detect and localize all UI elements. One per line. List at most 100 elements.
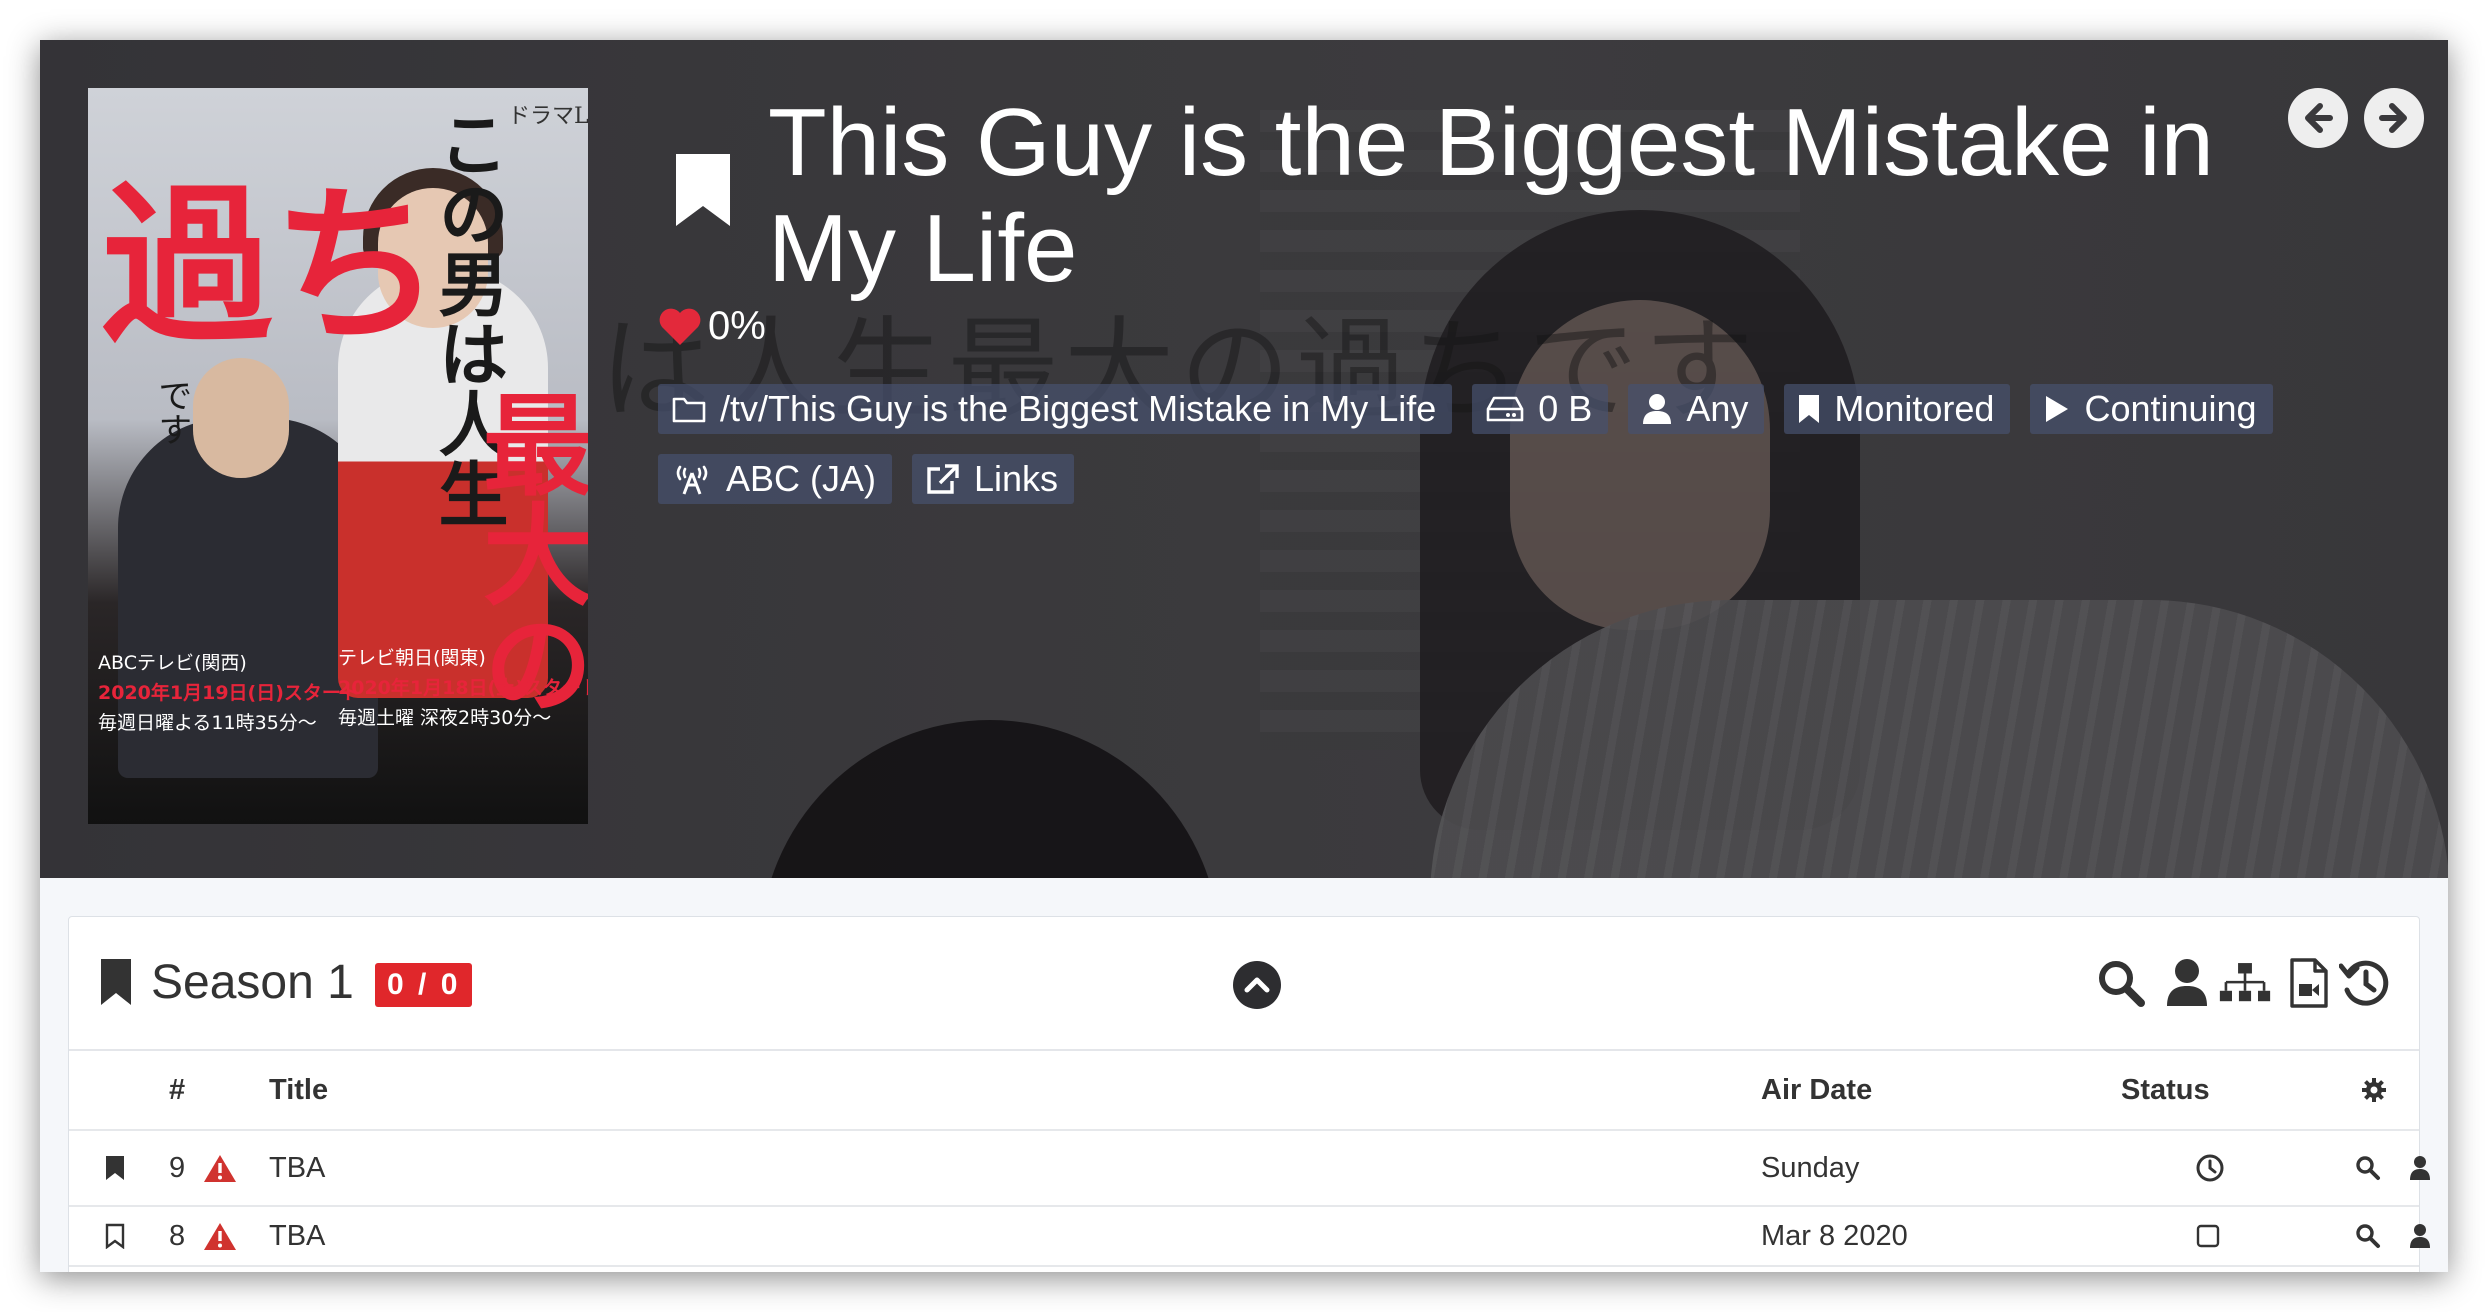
poster-schedule-right-line3: 毎週土曜 深夜2時30分〜 bbox=[338, 707, 552, 729]
series-header: は人生最大の過ちです ドラマL 過ち です この男は人生 最大の ABCテレビ(… bbox=[40, 40, 2448, 878]
manual-search-button[interactable] bbox=[2161, 957, 2213, 1009]
collapse-season-button[interactable] bbox=[1233, 961, 1281, 1009]
episode-number: 8 bbox=[169, 1219, 186, 1252]
series-links-row: ABC (JA) Links bbox=[658, 454, 1075, 504]
external-link-icon bbox=[927, 464, 959, 494]
warning-icon bbox=[204, 1223, 236, 1250]
episode-warning bbox=[203, 1131, 237, 1205]
poster-schedule-right-line2: 2020年1月18日(土)スタート bbox=[338, 677, 588, 699]
bookmark-icon bbox=[106, 1156, 124, 1180]
warning-icon bbox=[204, 1155, 236, 1182]
path-label: /tv/This Guy is the Biggest Mistake in M… bbox=[720, 388, 1437, 429]
season-header: Season 1 0 / 0 bbox=[69, 917, 2419, 1051]
bookmark-icon[interactable] bbox=[99, 957, 133, 1007]
quality-label: Any bbox=[1686, 388, 1749, 429]
column-air-date[interactable]: Air Date bbox=[1761, 1051, 1872, 1129]
season-title: Season 1 bbox=[151, 956, 354, 1009]
poster-schedule-left-line3: 毎週日曜よる11時35分〜 bbox=[98, 712, 317, 734]
series-rating: 0% bbox=[658, 304, 766, 349]
episode-title[interactable]: TBA bbox=[269, 1131, 325, 1205]
episode-air-date: Mar 8 2020 bbox=[1761, 1219, 1908, 1252]
poster-schedule-left-line2: 2020年1月19日(日)スタート bbox=[98, 682, 360, 704]
episode-number: 9 bbox=[169, 1151, 186, 1184]
episode-manual-search-button[interactable] bbox=[2409, 1131, 2431, 1205]
folder-icon bbox=[672, 397, 706, 423]
episode-status bbox=[2195, 1131, 2225, 1205]
next-series-button[interactable] bbox=[2364, 88, 2424, 148]
table-header-row: # Title Air Date Status bbox=[69, 1051, 2419, 1131]
poster-title-big: 過ち bbox=[102, 166, 443, 366]
episode-warning bbox=[203, 1207, 237, 1265]
links-label: Links bbox=[974, 458, 1059, 499]
bookmark-outline-icon bbox=[105, 1223, 125, 1249]
play-icon bbox=[2046, 396, 2069, 422]
poster-schedule-left-line1: ABCテレビ(関西) bbox=[98, 652, 247, 674]
size-label: 0 B bbox=[1538, 388, 1593, 429]
quality-profile-tag: Any bbox=[1628, 384, 1765, 434]
episode-title[interactable]: TBA bbox=[269, 1207, 325, 1265]
gear-icon bbox=[2362, 1078, 2386, 1102]
series-poster[interactable]: ドラマL 過ち です この男は人生 最大の ABCテレビ(関西) 2020年1月… bbox=[88, 88, 588, 824]
user-icon bbox=[2167, 959, 2207, 1006]
poster-schedule-right-line1: テレビ朝日(関東) bbox=[338, 647, 486, 669]
search-icon bbox=[2356, 1156, 2380, 1180]
bookmark-icon bbox=[1799, 395, 1820, 423]
links-tag[interactable]: Links bbox=[912, 454, 1075, 504]
size-tag: 0 B bbox=[1472, 384, 1609, 434]
series-details-row: /tv/This Guy is the Biggest Mistake in M… bbox=[658, 384, 2273, 434]
series-title: This Guy is the Biggest Mistake in My Li… bbox=[768, 89, 2214, 302]
poster-brand-label: ドラマL bbox=[508, 104, 588, 129]
episode-monitor-toggle[interactable] bbox=[105, 1207, 125, 1265]
backdrop-figure-head bbox=[760, 720, 1220, 878]
column-number[interactable]: # bbox=[169, 1051, 185, 1129]
status-tag: Continuing bbox=[2030, 384, 2273, 434]
bookmark-icon[interactable] bbox=[672, 150, 734, 230]
heart-icon bbox=[659, 308, 701, 345]
sitemap-icon bbox=[2219, 963, 2271, 1002]
column-title[interactable]: Title bbox=[269, 1051, 328, 1129]
poster-schedule-right: テレビ朝日(関東) 2020年1月18日(土)スタート 毎週土曜 深夜2時30分… bbox=[338, 643, 588, 733]
table-options-button[interactable] bbox=[2361, 1051, 2387, 1129]
network-label: ABC (JA) bbox=[726, 458, 877, 499]
episode-search-button[interactable] bbox=[2355, 1131, 2381, 1205]
episode-search-button[interactable] bbox=[2355, 1207, 2381, 1265]
previous-series-button[interactable] bbox=[2288, 88, 2348, 148]
arrow-right-circle-icon bbox=[2379, 103, 2407, 133]
user-icon bbox=[2410, 1156, 2430, 1180]
poster-man-face bbox=[193, 358, 289, 478]
column-status[interactable]: Status bbox=[2121, 1051, 2210, 1129]
arrow-left-circle-icon bbox=[2305, 103, 2333, 133]
app-window: は人生最大の過ちです ドラマL 過ち です この男は人生 最大の ABCテレビ(… bbox=[40, 40, 2448, 1272]
history-button[interactable] bbox=[2339, 957, 2391, 1009]
monitored-tag: Monitored bbox=[1784, 384, 2011, 434]
season-panel: Season 1 0 / 0 # Title Air Date Status 9… bbox=[68, 916, 2430, 1272]
rating-value: 0% bbox=[708, 304, 766, 348]
search-icon bbox=[2356, 1224, 2380, 1248]
user-icon bbox=[2410, 1224, 2430, 1248]
history-icon bbox=[2339, 960, 2389, 1006]
organize-button[interactable] bbox=[2219, 957, 2271, 1009]
backdrop-figure-shirt bbox=[1430, 600, 2448, 878]
network-tag: ABC (JA) bbox=[658, 454, 893, 504]
episode-manual-search-button[interactable] bbox=[2409, 1207, 2431, 1265]
episode-count-badge: 0 / 0 bbox=[375, 963, 473, 1007]
episode-monitor-toggle[interactable] bbox=[105, 1131, 125, 1205]
monitored-label: Monitored bbox=[1834, 388, 1995, 429]
chevron-up-circle-icon bbox=[1244, 977, 1270, 993]
search-season-button[interactable] bbox=[2095, 957, 2147, 1009]
poster-title-small: です bbox=[152, 378, 192, 446]
status-label: Continuing bbox=[2084, 388, 2257, 429]
clock-icon bbox=[2196, 1154, 2224, 1182]
episode-status bbox=[2195, 1207, 2221, 1265]
path-tag[interactable]: /tv/This Guy is the Biggest Mistake in M… bbox=[658, 384, 1453, 434]
poster-schedule-left: ABCテレビ(関西) 2020年1月19日(日)スタート 毎週日曜よる11時35… bbox=[98, 648, 360, 738]
user-icon bbox=[1643, 394, 1672, 424]
file-video-icon bbox=[2290, 958, 2328, 1008]
file-details-button[interactable] bbox=[2283, 957, 2335, 1009]
table-row: 8 TBA Mar 8 2020 bbox=[69, 1207, 2430, 1267]
broadcast-tower-icon bbox=[676, 465, 708, 495]
table-row: 9 TBA Sunday bbox=[69, 1131, 2430, 1207]
episode-table: # Title Air Date Status 9 TBA Sunday 8 T… bbox=[69, 1051, 2430, 1267]
search-icon bbox=[2099, 961, 2145, 1007]
hard-drive-icon bbox=[1486, 396, 1524, 422]
